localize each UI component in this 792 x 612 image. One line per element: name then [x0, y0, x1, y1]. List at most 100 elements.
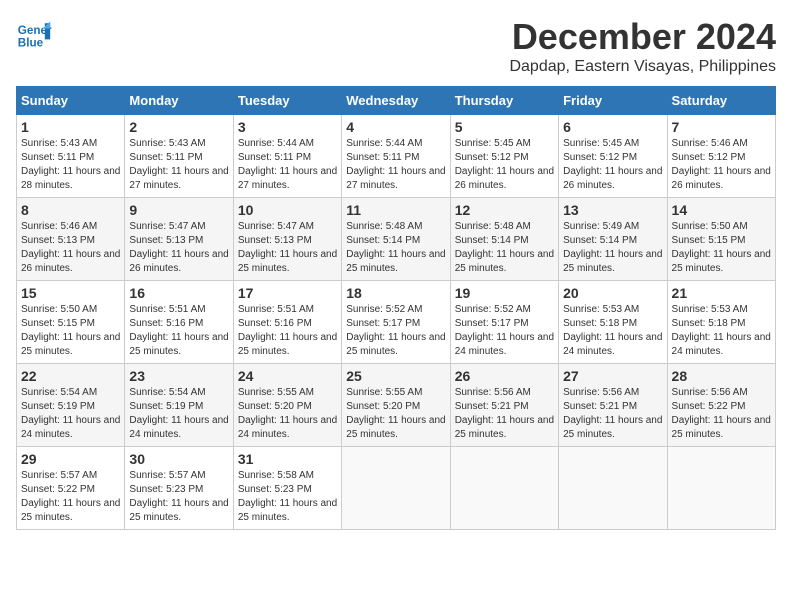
svg-text:Blue: Blue: [18, 37, 44, 50]
day-number: 29: [21, 451, 120, 467]
day-info: Sunrise: 5:55 AMSunset: 5:20 PMDaylight:…: [346, 387, 445, 440]
day-info: Sunrise: 5:48 AMSunset: 5:14 PMDaylight:…: [455, 221, 554, 274]
day-number: 1: [21, 119, 120, 135]
calendar-cell: 12 Sunrise: 5:48 AMSunset: 5:14 PMDaylig…: [450, 198, 558, 281]
day-info: Sunrise: 5:43 AMSunset: 5:11 PMDaylight:…: [129, 138, 228, 191]
calendar-cell: 6 Sunrise: 5:45 AMSunset: 5:12 PMDayligh…: [559, 115, 667, 198]
day-number: 8: [21, 202, 120, 218]
day-of-week-header: Saturday: [667, 87, 775, 115]
day-info: Sunrise: 5:50 AMSunset: 5:15 PMDaylight:…: [21, 304, 120, 357]
day-number: 6: [563, 119, 662, 135]
calendar-cell: 5 Sunrise: 5:45 AMSunset: 5:12 PMDayligh…: [450, 115, 558, 198]
day-info: Sunrise: 5:57 AMSunset: 5:23 PMDaylight:…: [129, 470, 228, 523]
day-number: 28: [672, 368, 771, 384]
location-title: Dapdap, Eastern Visayas, Philippines: [509, 58, 776, 76]
calendar-cell: [559, 447, 667, 530]
day-number: 20: [563, 285, 662, 301]
day-number: 22: [21, 368, 120, 384]
day-number: 31: [238, 451, 337, 467]
calendar-cell: 21 Sunrise: 5:53 AMSunset: 5:18 PMDaylig…: [667, 281, 775, 364]
day-info: Sunrise: 5:53 AMSunset: 5:18 PMDaylight:…: [563, 304, 662, 357]
day-number: 3: [238, 119, 337, 135]
calendar-header-row: SundayMondayTuesdayWednesdayThursdayFrid…: [17, 87, 776, 115]
day-info: Sunrise: 5:54 AMSunset: 5:19 PMDaylight:…: [21, 387, 120, 440]
day-info: Sunrise: 5:56 AMSunset: 5:21 PMDaylight:…: [563, 387, 662, 440]
logo: General Blue: [16, 16, 52, 52]
day-of-week-header: Friday: [559, 87, 667, 115]
day-number: 15: [21, 285, 120, 301]
calendar-week-row: 1 Sunrise: 5:43 AMSunset: 5:11 PMDayligh…: [17, 115, 776, 198]
calendar-cell: 11 Sunrise: 5:48 AMSunset: 5:14 PMDaylig…: [342, 198, 450, 281]
day-info: Sunrise: 5:55 AMSunset: 5:20 PMDaylight:…: [238, 387, 337, 440]
day-number: 19: [455, 285, 554, 301]
day-number: 9: [129, 202, 228, 218]
day-of-week-header: Tuesday: [233, 87, 341, 115]
calendar-cell: 24 Sunrise: 5:55 AMSunset: 5:20 PMDaylig…: [233, 364, 341, 447]
day-info: Sunrise: 5:51 AMSunset: 5:16 PMDaylight:…: [129, 304, 228, 357]
calendar-table: SundayMondayTuesdayWednesdayThursdayFrid…: [16, 86, 776, 530]
day-of-week-header: Sunday: [17, 87, 125, 115]
day-info: Sunrise: 5:45 AMSunset: 5:12 PMDaylight:…: [563, 138, 662, 191]
calendar-cell: 8 Sunrise: 5:46 AMSunset: 5:13 PMDayligh…: [17, 198, 125, 281]
day-info: Sunrise: 5:54 AMSunset: 5:19 PMDaylight:…: [129, 387, 228, 440]
day-info: Sunrise: 5:47 AMSunset: 5:13 PMDaylight:…: [129, 221, 228, 274]
day-number: 27: [563, 368, 662, 384]
day-number: 17: [238, 285, 337, 301]
calendar-cell: 14 Sunrise: 5:50 AMSunset: 5:15 PMDaylig…: [667, 198, 775, 281]
day-number: 11: [346, 202, 445, 218]
day-info: Sunrise: 5:45 AMSunset: 5:12 PMDaylight:…: [455, 138, 554, 191]
day-number: 14: [672, 202, 771, 218]
day-number: 25: [346, 368, 445, 384]
day-info: Sunrise: 5:50 AMSunset: 5:15 PMDaylight:…: [672, 221, 771, 274]
calendar-cell: 26 Sunrise: 5:56 AMSunset: 5:21 PMDaylig…: [450, 364, 558, 447]
calendar-week-row: 22 Sunrise: 5:54 AMSunset: 5:19 PMDaylig…: [17, 364, 776, 447]
day-info: Sunrise: 5:56 AMSunset: 5:21 PMDaylight:…: [455, 387, 554, 440]
day-number: 16: [129, 285, 228, 301]
day-number: 21: [672, 285, 771, 301]
calendar-cell: 29 Sunrise: 5:57 AMSunset: 5:22 PMDaylig…: [17, 447, 125, 530]
day-info: Sunrise: 5:44 AMSunset: 5:11 PMDaylight:…: [238, 138, 337, 191]
calendar-cell: 16 Sunrise: 5:51 AMSunset: 5:16 PMDaylig…: [125, 281, 233, 364]
day-number: 7: [672, 119, 771, 135]
calendar-cell: 9 Sunrise: 5:47 AMSunset: 5:13 PMDayligh…: [125, 198, 233, 281]
day-number: 4: [346, 119, 445, 135]
calendar-cell: 20 Sunrise: 5:53 AMSunset: 5:18 PMDaylig…: [559, 281, 667, 364]
day-number: 12: [455, 202, 554, 218]
day-number: 5: [455, 119, 554, 135]
day-info: Sunrise: 5:58 AMSunset: 5:23 PMDaylight:…: [238, 470, 337, 523]
calendar-cell: 28 Sunrise: 5:56 AMSunset: 5:22 PMDaylig…: [667, 364, 775, 447]
calendar-cell: 31 Sunrise: 5:58 AMSunset: 5:23 PMDaylig…: [233, 447, 341, 530]
day-number: 10: [238, 202, 337, 218]
calendar-cell: 23 Sunrise: 5:54 AMSunset: 5:19 PMDaylig…: [125, 364, 233, 447]
day-info: Sunrise: 5:47 AMSunset: 5:13 PMDaylight:…: [238, 221, 337, 274]
title-area: December 2024 Dapdap, Eastern Visayas, P…: [509, 16, 776, 76]
calendar-cell: 18 Sunrise: 5:52 AMSunset: 5:17 PMDaylig…: [342, 281, 450, 364]
day-number: 26: [455, 368, 554, 384]
day-info: Sunrise: 5:46 AMSunset: 5:12 PMDaylight:…: [672, 138, 771, 191]
day-number: 23: [129, 368, 228, 384]
day-of-week-header: Thursday: [450, 87, 558, 115]
day-number: 2: [129, 119, 228, 135]
calendar-cell: [667, 447, 775, 530]
calendar-week-row: 15 Sunrise: 5:50 AMSunset: 5:15 PMDaylig…: [17, 281, 776, 364]
day-of-week-header: Monday: [125, 87, 233, 115]
calendar-cell: 30 Sunrise: 5:57 AMSunset: 5:23 PMDaylig…: [125, 447, 233, 530]
calendar-cell: 4 Sunrise: 5:44 AMSunset: 5:11 PMDayligh…: [342, 115, 450, 198]
day-number: 18: [346, 285, 445, 301]
day-info: Sunrise: 5:52 AMSunset: 5:17 PMDaylight:…: [346, 304, 445, 357]
calendar-week-row: 29 Sunrise: 5:57 AMSunset: 5:22 PMDaylig…: [17, 447, 776, 530]
day-of-week-header: Wednesday: [342, 87, 450, 115]
calendar-cell: 13 Sunrise: 5:49 AMSunset: 5:14 PMDaylig…: [559, 198, 667, 281]
calendar-cell: 7 Sunrise: 5:46 AMSunset: 5:12 PMDayligh…: [667, 115, 775, 198]
day-number: 30: [129, 451, 228, 467]
day-info: Sunrise: 5:43 AMSunset: 5:11 PMDaylight:…: [21, 138, 120, 191]
calendar-cell: [450, 447, 558, 530]
calendar-cell: [342, 447, 450, 530]
header: General Blue December 2024 Dapdap, Easte…: [16, 16, 776, 76]
day-info: Sunrise: 5:46 AMSunset: 5:13 PMDaylight:…: [21, 221, 120, 274]
calendar-cell: 15 Sunrise: 5:50 AMSunset: 5:15 PMDaylig…: [17, 281, 125, 364]
logo-icon: General Blue: [16, 16, 52, 52]
day-info: Sunrise: 5:44 AMSunset: 5:11 PMDaylight:…: [346, 138, 445, 191]
day-info: Sunrise: 5:57 AMSunset: 5:22 PMDaylight:…: [21, 470, 120, 523]
day-info: Sunrise: 5:52 AMSunset: 5:17 PMDaylight:…: [455, 304, 554, 357]
